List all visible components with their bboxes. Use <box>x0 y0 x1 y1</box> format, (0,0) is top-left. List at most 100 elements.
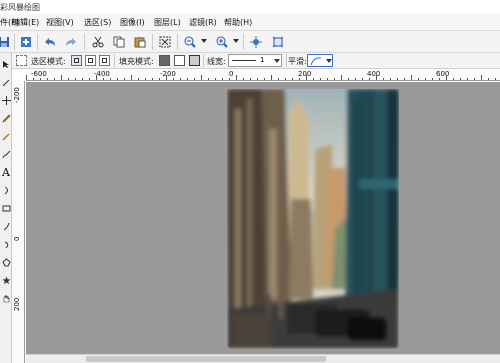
ruler-tick <box>180 78 181 80</box>
zoom-in-icon[interactable] <box>214 34 230 50</box>
undo-icon[interactable] <box>42 34 58 50</box>
ruler-tick <box>166 75 167 80</box>
line-width-value: 1 <box>260 56 265 64</box>
ruler-tick <box>418 78 419 80</box>
ellipse-tool-icon[interactable] <box>0 237 12 251</box>
menu-bar: 件(F) 编辑(E) 视图(V) 选区(S) 图像(I) 图层(L) 滤镜(R)… <box>0 14 500 31</box>
pencil-icon[interactable] <box>0 111 12 125</box>
ruler-tick <box>208 78 209 80</box>
ruler-tick <box>271 75 272 80</box>
selection-subtract-button[interactable] <box>99 55 110 66</box>
toolbar-separator <box>152 34 153 50</box>
fill-outline-button[interactable] <box>174 55 185 66</box>
ruler-tick <box>110 78 111 80</box>
ruler-tick <box>376 75 377 80</box>
ruler-tick <box>299 78 300 80</box>
selection-replace-button[interactable] <box>71 55 82 66</box>
hand-tool-icon[interactable] <box>0 291 12 305</box>
menu-image[interactable]: 图像(I) <box>120 17 145 28</box>
fit-window-icon[interactable] <box>248 34 264 50</box>
ruler-tick <box>173 78 174 80</box>
polygon-tool-icon[interactable] <box>0 255 12 269</box>
menu-help[interactable]: 帮助(H) <box>224 17 252 28</box>
ruler-tick <box>75 78 76 80</box>
new-layer-icon[interactable] <box>18 34 34 50</box>
ruler-tick <box>257 78 258 80</box>
ruler-label: 400 <box>367 70 381 78</box>
canvas-image[interactable] <box>227 89 399 349</box>
zoom-out-dropdown-icon[interactable] <box>201 39 207 43</box>
fill-mode-label: 填充模式: <box>119 57 154 66</box>
ruler-tick <box>383 78 384 80</box>
ruler-label: -200 <box>160 70 176 78</box>
save-icon[interactable] <box>0 34 12 50</box>
title-bar: 彩风暴绘图 <box>0 0 500 14</box>
smooth-select[interactable] <box>307 54 333 67</box>
fill-both-button[interactable] <box>189 55 200 66</box>
ruler-tick <box>145 78 146 80</box>
fill-solid-button[interactable] <box>159 55 170 66</box>
copy-icon[interactable] <box>111 34 127 50</box>
deselect-icon[interactable] <box>157 34 173 50</box>
ruler-tick <box>187 78 188 80</box>
toolbar-separator <box>37 34 38 50</box>
paste-icon[interactable] <box>132 34 148 50</box>
ruler-label: 200 <box>298 70 312 78</box>
magic-wand-icon[interactable] <box>0 75 12 89</box>
ruler-tick <box>278 78 279 80</box>
menu-layer[interactable]: 图层(L) <box>154 17 181 28</box>
selection-arrow-icon[interactable] <box>0 57 12 71</box>
rectangle-tool-icon[interactable] <box>0 201 12 215</box>
ruler-tick <box>341 75 342 80</box>
scrollbar-thumb[interactable] <box>86 356 326 362</box>
ruler-tick <box>432 78 433 80</box>
menu-edit[interactable]: 编辑(E) <box>12 17 39 28</box>
ruler-label: 0 <box>229 70 234 78</box>
main-toolbar <box>0 31 500 53</box>
toolbar-separator <box>177 34 178 50</box>
ruler-tick <box>460 78 461 80</box>
paint-brush-icon[interactable] <box>0 147 12 161</box>
line-width-select[interactable]: 1 <box>228 54 282 67</box>
ruler-tick <box>264 78 265 80</box>
menu-select[interactable]: 选区(S) <box>84 17 111 28</box>
curve-icon <box>310 57 322 66</box>
options-bar: 选区模式: 填充模式: 线宽: 1 平滑: <box>0 53 500 69</box>
zoom-in-dropdown-icon[interactable] <box>233 39 239 43</box>
ruler-tick <box>236 75 237 80</box>
ruler-tick <box>446 75 447 80</box>
text-tool-icon[interactable]: A <box>0 165 12 179</box>
ruler-tick <box>285 78 286 80</box>
toolbar-separator <box>243 34 244 50</box>
ruler-tick <box>320 78 321 80</box>
ruler-label: -600 <box>31 70 47 78</box>
line-width-label: 线宽: <box>207 57 226 66</box>
selection-add-button[interactable] <box>85 55 96 66</box>
ruler-tick <box>194 78 195 80</box>
ruler-tick <box>243 78 244 80</box>
ruler-tick <box>89 78 90 80</box>
ruler-tick <box>96 75 97 80</box>
ruler-tick <box>355 78 356 80</box>
ruler-tick <box>68 78 69 80</box>
ruler-tick <box>215 78 216 80</box>
toolbar-separator <box>14 34 15 50</box>
ruler-label: 0 <box>13 236 21 241</box>
menu-filter[interactable]: 滤镜(R) <box>189 17 217 28</box>
ruler-tick <box>369 78 370 80</box>
menu-view[interactable]: 视图(V) <box>46 17 74 28</box>
cut-icon[interactable] <box>90 34 106 50</box>
move-icon[interactable] <box>0 93 12 107</box>
horizontal-scrollbar[interactable] <box>26 354 500 363</box>
star-tool-icon[interactable] <box>0 273 12 287</box>
selection-rect-icon[interactable] <box>16 55 27 66</box>
curve-tool-icon[interactable] <box>0 183 12 197</box>
zoom-out-icon[interactable] <box>182 34 198 50</box>
actual-size-icon[interactable] <box>270 34 286 50</box>
brush-icon[interactable] <box>0 129 12 143</box>
selection-mode-label: 选区模式: <box>31 57 66 66</box>
ruler-tick <box>411 75 412 80</box>
toolbox: A <box>0 53 12 363</box>
line-tool-icon[interactable] <box>0 219 12 233</box>
redo-icon[interactable] <box>63 34 79 50</box>
